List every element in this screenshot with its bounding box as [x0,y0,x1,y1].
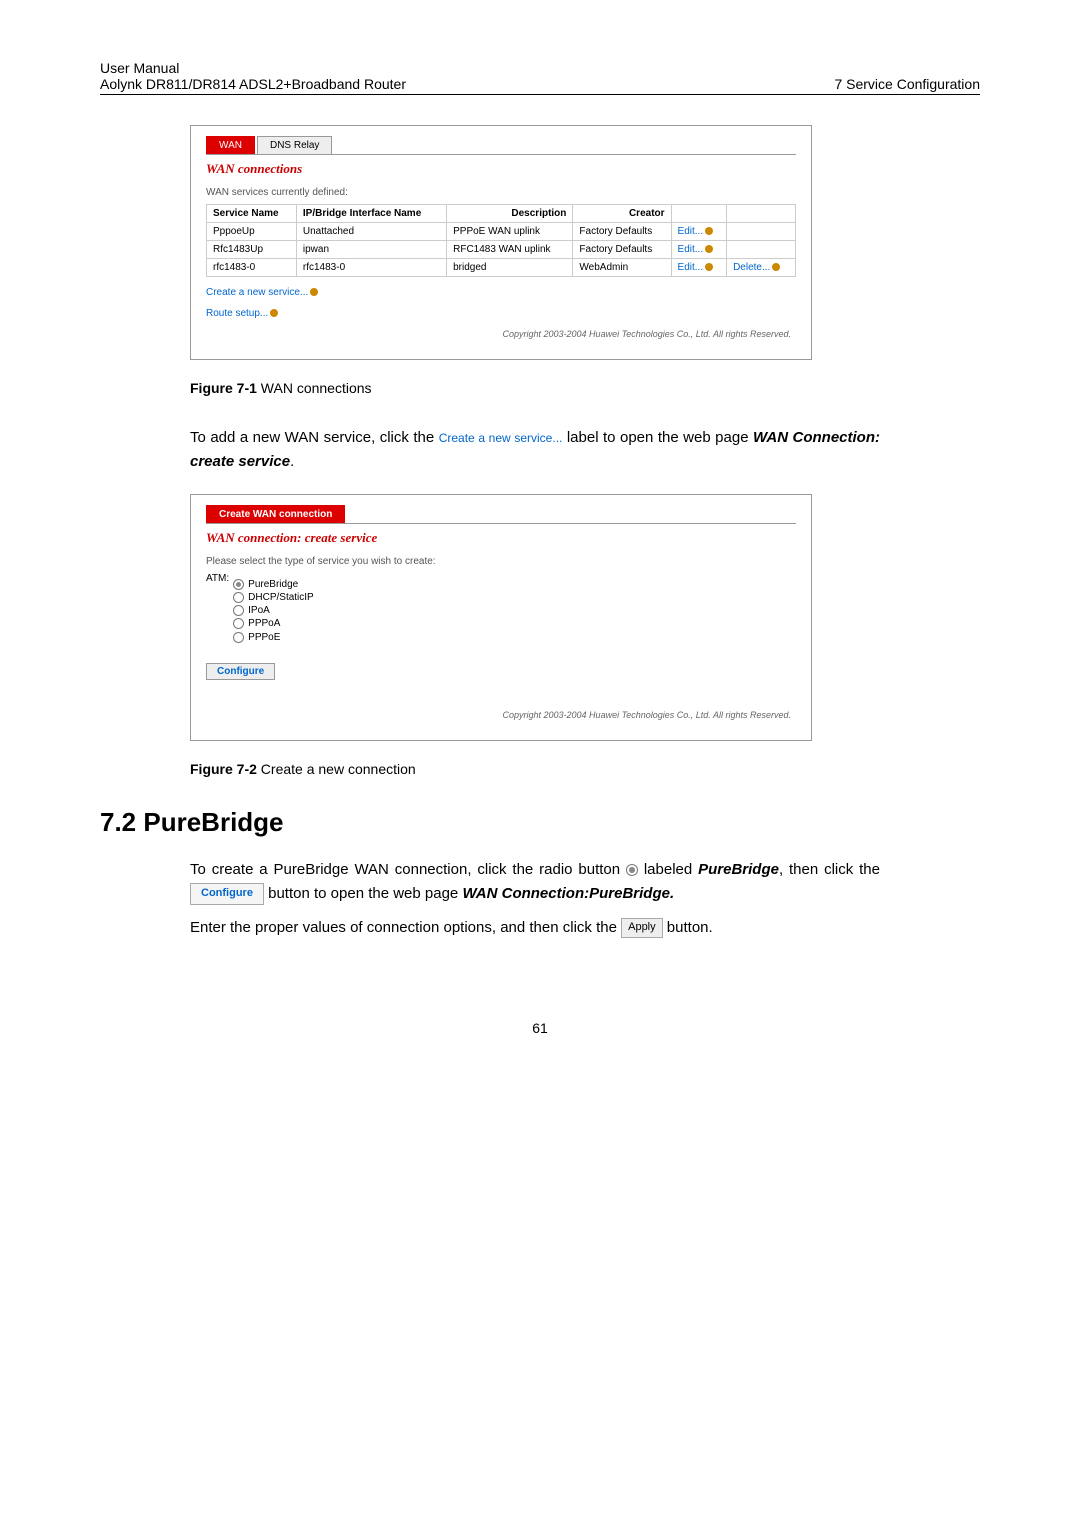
table-row: PppoeUpUnattachedPPPoE WAN uplinkFactory… [207,223,796,241]
p1-inline-link: Create a new service... [439,431,563,445]
radio-selected-icon [626,864,638,876]
atm-option[interactable]: IPoA [233,605,314,616]
p1-end: . [290,453,294,470]
header-right: 7 Service Configuration [834,76,980,92]
copyright-text: Copyright 2003-2004 Huawei Technologies … [503,329,792,339]
table-row: rfc1483-0rfc1483-0bridgedWebAdminEdit...… [207,259,796,277]
tab-create-wan[interactable]: Create WAN connection [206,505,345,523]
figure-7-2-screenshot: Create WAN connection WAN connection: cr… [190,494,812,741]
atm-option[interactable]: PureBridge [233,579,314,590]
col-description: Description [447,205,573,223]
figure-7-1-caption: Figure 7-1 WAN connections [190,380,980,396]
p2-t3: , then click the [779,861,880,878]
radio-icon [233,618,244,629]
p2-t2: labeled [638,861,698,878]
copyright-text-2: Copyright 2003-2004 Huawei Technologies … [503,710,792,720]
table-cell: WebAdmin [573,259,671,277]
table-cell[interactable]: Edit... [671,259,727,277]
p1-pre: To add a new WAN service, click the [190,429,439,446]
link-icon [310,288,318,296]
p2-t1: To create a PureBridge WAN connection, c… [190,861,626,878]
tab-wan[interactable]: WAN [206,136,255,154]
p3-t1: Enter the proper values of connection op… [190,919,621,936]
header-line2: Aolynk DR811/DR814 ADSL2+Broadband Route… [100,76,406,92]
wan-services-table: Service Name IP/Bridge Interface Name De… [206,204,796,277]
tab-dns-relay[interactable]: DNS Relay [257,136,332,154]
link-icon [772,263,780,271]
create-service-title: WAN connection: create service [206,530,796,546]
table-cell: rfc1483-0 [296,259,446,277]
table-cell: Factory Defaults [573,241,671,259]
route-setup-link[interactable]: Route setup... [206,308,268,319]
radio-icon [233,579,244,590]
atm-option[interactable]: PPPoA [233,618,314,629]
caption-rest: WAN connections [257,380,372,396]
table-cell: Rfc1483Up [207,241,297,259]
atm-option-label: PPPoA [248,619,280,630]
page-number: 61 [100,1020,980,1036]
radio-icon [233,632,244,643]
atm-option-label: PureBridge [248,579,298,590]
paragraph-3: Enter the proper values of connection op… [190,916,880,940]
table-cell[interactable]: Edit... [671,223,727,241]
atm-option-label: IPoA [248,605,270,616]
figure-7-2-caption: Figure 7-2 Create a new connection [190,761,980,777]
table-cell: ipwan [296,241,446,259]
atm-label: ATM: [206,573,229,645]
configure-button[interactable]: Configure [206,663,275,680]
caption-bold: Figure 7-1 [190,380,257,396]
wan-subtitle: WAN services currently defined: [206,187,796,198]
atm-options-list: PureBridge DHCP/StaticIP IPoA PPPoA PPPoE [233,577,314,645]
table-cell [727,223,796,241]
tab-row-2: Create WAN connection [206,505,796,524]
caption2-rest: Create a new connection [257,761,416,777]
link-icon [705,263,713,271]
col-interface-name: IP/Bridge Interface Name [296,205,446,223]
table-header-row: Service Name IP/Bridge Interface Name De… [207,205,796,223]
radio-icon [233,592,244,603]
table-cell[interactable]: Edit... [671,241,727,259]
link-icon [705,245,713,253]
table-cell: PPPoE WAN uplink [447,223,573,241]
table-cell: bridged [447,259,573,277]
wan-connections-title: WAN connections [206,161,796,177]
col-edit [671,205,727,223]
table-cell: PppoeUp [207,223,297,241]
p2-em2: WAN Connection:PureBridge. [462,885,674,902]
link-icon [270,309,278,317]
table-cell: Factory Defaults [573,223,671,241]
inline-apply-button: Apply [621,918,663,938]
radio-icon [233,605,244,616]
col-delete [727,205,796,223]
col-service-name: Service Name [207,205,297,223]
atm-option-label: PPPoE [248,632,280,643]
atm-option-label: DHCP/StaticIP [248,592,314,603]
p1-post: label to open the web page [562,429,753,446]
table-cell: RFC1483 WAN uplink [447,241,573,259]
page-header: User Manual Aolynk DR811/DR814 ADSL2+Bro… [100,60,980,95]
table-cell: Unattached [296,223,446,241]
paragraph-1: To add a new WAN service, click the Crea… [190,426,880,474]
table-cell: rfc1483-0 [207,259,297,277]
p2-em1: PureBridge [698,861,779,878]
p3-t2: button. [663,919,713,936]
table-cell[interactable]: Delete... [727,259,796,277]
figure-7-1-screenshot: WAN DNS Relay WAN connections WAN servic… [190,125,812,360]
p2-t4: button to open the web page [264,885,463,902]
caption2-bold: Figure 7-2 [190,761,257,777]
create-new-service-link[interactable]: Create a new service... [206,287,308,298]
header-line1: User Manual [100,60,406,76]
table-cell [727,241,796,259]
section-7-2-heading: 7.2 PureBridge [100,807,980,838]
create-service-prompt: Please select the type of service you wi… [206,556,796,567]
tab-row: WAN DNS Relay [206,136,796,155]
paragraph-2: To create a PureBridge WAN connection, c… [190,858,880,906]
col-creator: Creator [573,205,671,223]
inline-configure-button: Configure [190,883,264,905]
table-row: Rfc1483UpipwanRFC1483 WAN uplinkFactory … [207,241,796,259]
atm-option[interactable]: DHCP/StaticIP [233,592,314,603]
link-icon [705,227,713,235]
atm-option[interactable]: PPPoE [233,632,314,643]
